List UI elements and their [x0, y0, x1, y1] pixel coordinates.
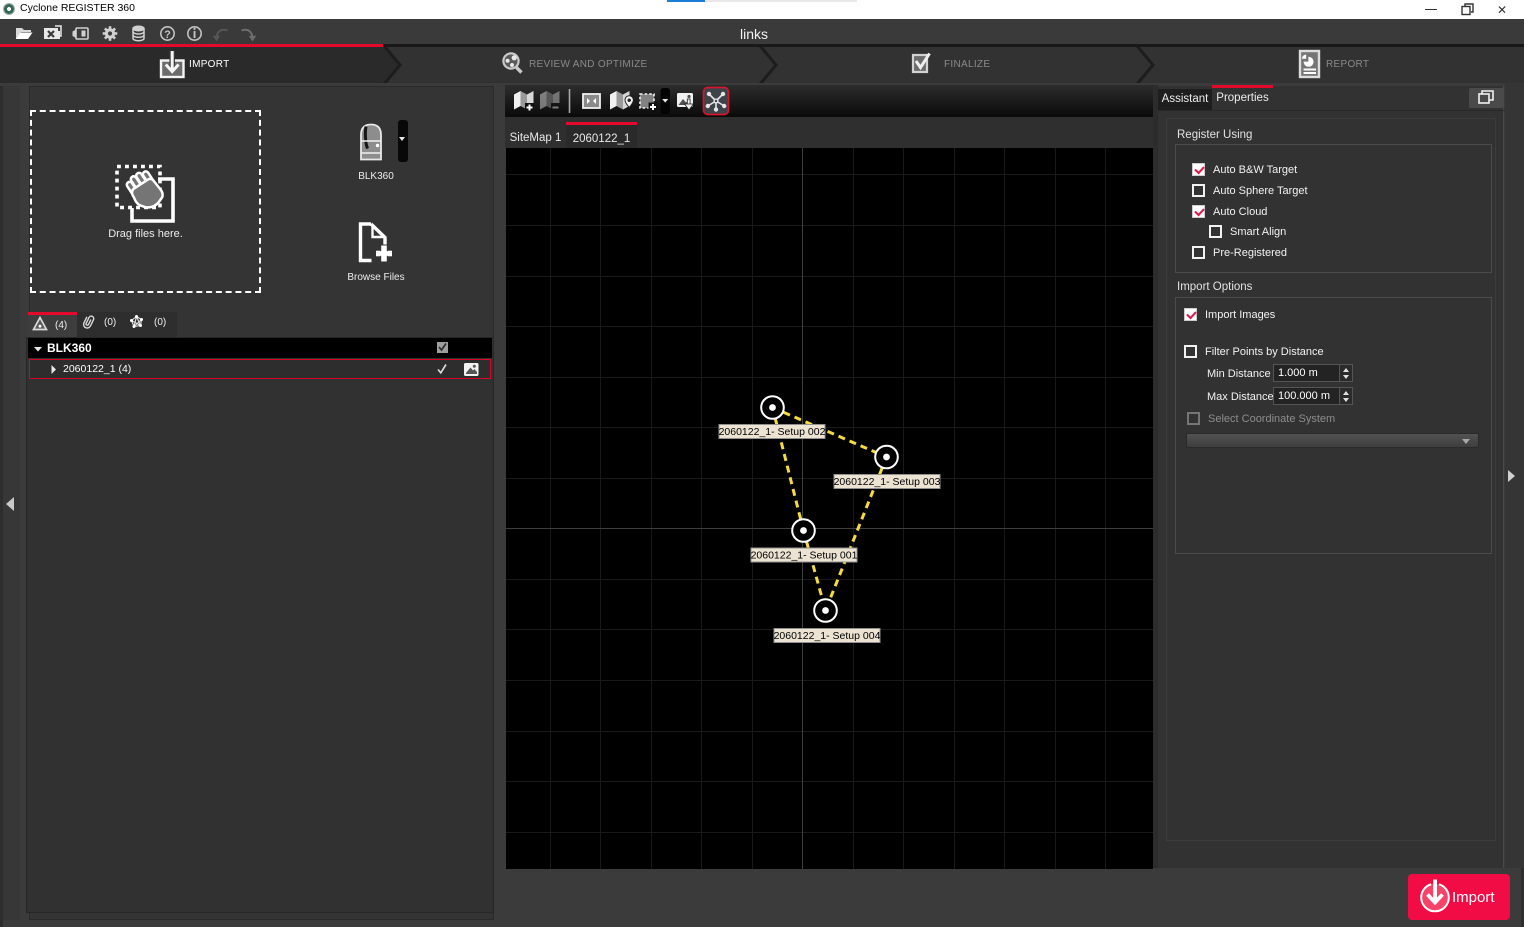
svg-text:2060122_1- Setup 002: 2060122_1- Setup 002 — [719, 426, 826, 438]
svg-text:2060122_1- Setup 001: 2060122_1- Setup 001 — [751, 550, 858, 562]
svg-text:2060122_1- Setup 003: 2060122_1- Setup 003 — [834, 476, 941, 488]
svg-text:2060122_1- Setup 004: 2060122_1- Setup 004 — [774, 630, 881, 642]
